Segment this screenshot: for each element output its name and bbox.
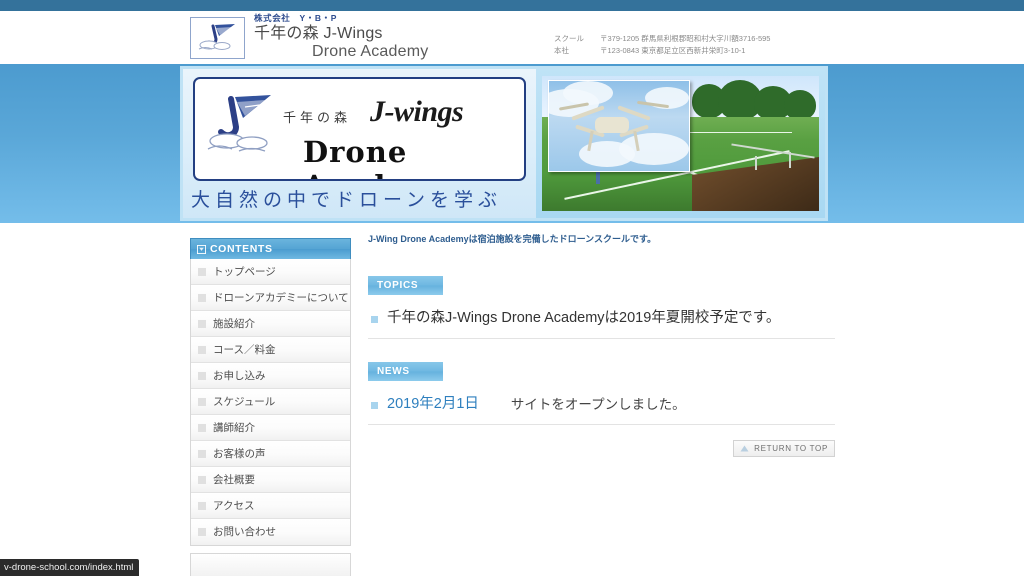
topics-section: TOPICS 千年の森J-Wings Drone Academyは2019年夏開… <box>368 275 835 339</box>
sidebar-item-label: お問い合わせ <box>213 526 276 538</box>
sidebar-item-label: 会社概要 <box>213 473 255 486</box>
main-content-area: CONTENTS トップページ ドローンアカデミーについて 施設紹介 コース／料… <box>0 223 1024 576</box>
main-column: J-Wing Drone Academyは宿泊施設を完備したドローンスクールです… <box>368 231 835 457</box>
sidebar-item-instructors[interactable]: 講師紹介 <box>191 415 350 441</box>
top-color-bar <box>0 0 1024 11</box>
news-row: 2019年2月1日 サイトをオープンしました。 <box>368 386 835 425</box>
up-arrow-icon <box>740 445 749 452</box>
lead-text: J-Wing Drone Academyは宿泊施設を完備したドローンスクールです… <box>368 234 657 244</box>
sidebar-item-apply[interactable]: お申し込み <box>191 363 350 389</box>
hero-banner[interactable]: 千年の森 J-wings Drone Academy 大自然の中でドローンを学ぶ <box>180 66 828 221</box>
bullet-icon <box>371 316 378 323</box>
brand-name-en: Drone Academy <box>312 43 429 60</box>
bullet-icon <box>198 397 206 406</box>
banner-logo-plate: 千年の森 J-wings Drone Academy <box>193 77 526 181</box>
j-wing-cloud-logo-icon <box>207 95 271 152</box>
header-addresses: スクール 〒379-1205 群馬県利根郡昭和村大字川額3716-595 本社 … <box>554 33 770 57</box>
company-label: 株式会社 Y・B・P <box>254 13 337 23</box>
sidebar-contents: CONTENTS トップページ ドローンアカデミーについて 施設紹介 コース／料… <box>190 238 351 546</box>
bullet-icon <box>198 345 206 354</box>
return-to-top-button[interactable]: RETURN TO TOP <box>733 440 835 457</box>
address-row: 本社 〒123-0843 東京都足立区西新井栄町3-10-1 <box>554 45 770 57</box>
contents-icon <box>197 244 206 254</box>
sidebar-item-contact[interactable]: お問い合わせ <box>191 519 350 545</box>
brand-name-jp: 千年の森 J-Wings <box>254 25 383 42</box>
news-text: サイトをオープンしました。 <box>510 397 686 412</box>
browser-status-bar: v-drone-school.com/index.html <box>0 559 140 576</box>
sidebar-item-label: ドローンアカデミーについて <box>213 291 349 304</box>
drone-closeup-inset <box>548 80 690 172</box>
sidebar-item-label: スケジュール <box>213 395 276 408</box>
return-to-top-wrapper: RETURN TO TOP <box>368 440 835 457</box>
sidebar-item-label: 講師紹介 <box>213 421 255 434</box>
bullet-icon <box>371 402 378 409</box>
return-to-top-label: RETURN TO TOP <box>754 444 828 453</box>
topics-row: 千年の森J-Wings Drone Academyは2019年夏開校予定です。 <box>368 300 835 339</box>
cloud-shape <box>563 81 613 105</box>
topics-badge: TOPICS <box>368 276 443 295</box>
sidebar-item-top[interactable]: トップページ <box>191 259 350 285</box>
photo-tree <box>784 90 816 120</box>
drone-field-photo <box>542 76 819 211</box>
sidebar-heading: CONTENTS <box>190 238 351 259</box>
sidebar-item-label: コース／料金 <box>213 343 276 356</box>
banner-plate-jp: 千年の森 <box>283 110 352 125</box>
sidebar-item-company[interactable]: 会社概要 <box>191 467 350 493</box>
bullet-icon <box>198 267 206 276</box>
news-section: NEWS 2019年2月1日 サイトをオープンしました。 <box>368 361 835 425</box>
bullet-icon <box>198 475 206 484</box>
sidebar-item-label: お申し込み <box>213 369 266 382</box>
sidebar-menu: トップページ ドローンアカデミーについて 施設紹介 コース／料金 お申し込み ス… <box>190 259 351 546</box>
browser-page: 株式会社 Y・B・P 千年の森 J-Wings Drone Academy スク… <box>0 0 1024 576</box>
j-wing-cloud-logo-icon <box>198 24 235 50</box>
sidebar-item-schedule[interactable]: スケジュール <box>191 389 350 415</box>
photo-corner-flag <box>596 172 600 184</box>
address-value: 〒379-1205 群馬県利根郡昭和村大字川額3716-595 <box>600 34 771 43</box>
sidebar-item-about[interactable]: ドローンアカデミーについて <box>191 285 350 311</box>
site-header: 株式会社 Y・B・P 千年の森 J-Wings Drone Academy スク… <box>0 11 1024 64</box>
address-label: 本社 <box>554 46 569 55</box>
photo-rail <box>755 156 757 170</box>
sidebar-heading-label: CONTENTS <box>210 242 273 255</box>
bullet-icon <box>198 423 206 432</box>
news-badge: NEWS <box>368 362 443 381</box>
bullet-icon <box>198 449 206 458</box>
topics-text: 千年の森J-Wings Drone Academyは2019年夏開校予定です。 <box>387 310 781 326</box>
banner-photo-panel <box>536 69 825 218</box>
photo-rail <box>789 152 791 168</box>
sidebar-item-facilities[interactable]: 施設紹介 <box>191 311 350 337</box>
bullet-icon <box>198 319 206 328</box>
header-logo[interactable] <box>190 17 245 59</box>
sidebar-item-label: お客様の声 <box>213 447 266 460</box>
sidebar-item-courses[interactable]: コース／料金 <box>191 337 350 363</box>
banner-tagline: 大自然の中でドローンを学ぶ <box>191 190 503 211</box>
banner-plate-academy: Drone Academy <box>303 135 454 179</box>
bullet-icon <box>198 371 206 380</box>
address-label: スクール <box>554 34 584 43</box>
sidebar-item-access[interactable]: アクセス <box>191 493 350 519</box>
address-row: スクール 〒379-1205 群馬県利根郡昭和村大字川額3716-595 <box>554 33 770 45</box>
banner-plate-jwings: J-wings <box>370 95 464 128</box>
news-date: 2019年2月1日 <box>387 396 479 412</box>
banner-logo-panel: 千年の森 J-wings Drone Academy 大自然の中でドローンを学ぶ <box>183 69 536 218</box>
sidebar-item-label: アクセス <box>213 499 255 512</box>
sidebar-item-label: トップページ <box>213 265 276 278</box>
sidebar-item-label: 施設紹介 <box>213 317 255 330</box>
bullet-icon <box>198 293 206 302</box>
sidebar-item-testimonials[interactable]: お客様の声 <box>191 441 350 467</box>
drone-body <box>595 117 629 133</box>
bullet-icon <box>198 501 206 510</box>
address-value: 〒123-0843 東京都足立区西新井栄町3-10-1 <box>600 46 746 55</box>
bullet-icon <box>198 528 206 536</box>
brand-block: 株式会社 Y・B・P 千年の森 J-Wings Drone Academy <box>254 13 428 61</box>
sidebar-secondary-panel <box>190 553 351 576</box>
